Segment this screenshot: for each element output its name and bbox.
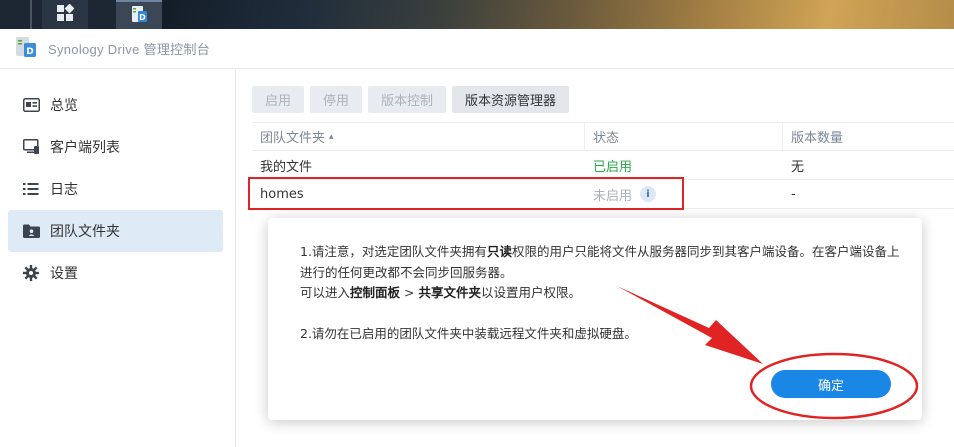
dialog-message: 1.请注意，对选定团队文件夹拥有只读权限的用户只能将文件从服务器同步到其客户端设… [300, 242, 900, 344]
grid-icon [56, 3, 75, 26]
log-icon [22, 180, 40, 198]
shared-folder-emphasis: 共享文件夹 [418, 285, 481, 300]
client-list-icon [22, 138, 40, 156]
column-header-folder[interactable]: 团队文件夹 ▴ [252, 123, 584, 150]
version-control-button[interactable]: 版本控制 [368, 86, 447, 113]
sidebar-item-team-folder[interactable]: 团队文件夹 [8, 210, 223, 252]
status-cell: 已启用 [593, 159, 633, 175]
ok-button[interactable]: 确定 [771, 370, 891, 398]
settings-gear-icon [22, 264, 40, 282]
version-explorer-button[interactable]: 版本资源管理器 [452, 86, 570, 113]
desktop-wallpaper [160, 0, 954, 29]
synology-drive-icon: D [130, 5, 148, 27]
sidebar-item-label: 总览 [50, 98, 78, 114]
versions-cell: - [791, 186, 796, 202]
enable-button[interactable]: 启用 [252, 86, 305, 113]
taskbar: D [0, 0, 954, 29]
sidebar-item-label: 日志 [50, 182, 78, 198]
synology-drive-logo-icon: D [14, 36, 38, 62]
team-folder-icon [22, 222, 40, 240]
notice-paragraph-permissions: 可以进入控制面板 > 共享文件夹以设置用户权限。 [300, 285, 581, 300]
disable-button[interactable]: 停用 [310, 86, 363, 113]
synology-drive-taskbar-button[interactable]: D [116, 0, 162, 29]
notice-paragraph-2: 2.请勿在已启用的团队文件夹中装载远程文件夹和虚拟硬盘。 [300, 325, 637, 341]
sidebar-item-label: 设置 [50, 266, 78, 282]
toolbar: 启用 停用 版本控制 版本资源管理器 [252, 86, 570, 113]
folder-name-cell: 我的文件 [260, 159, 313, 175]
sidebar-item-log[interactable]: 日志 [8, 168, 223, 210]
taskbar-separator [30, 0, 32, 29]
overview-icon [22, 96, 40, 114]
table-header: 团队文件夹 ▴ 状态 版本数量 [252, 122, 954, 151]
sidebar-item-client-list[interactable]: 客户端列表 [8, 126, 223, 168]
sort-ascending-icon: ▴ [329, 131, 334, 142]
sidebar: 总览 客户端列表 日志 团队文件夹 设置 [0, 70, 236, 447]
notice-dialog: 1.请注意，对选定团队文件夹拥有只读权限的用户只能将文件从服务器同步到其客户端设… [268, 218, 922, 420]
sidebar-item-overview[interactable]: 总览 [8, 84, 223, 126]
column-header-versions[interactable]: 版本数量 [782, 123, 954, 150]
svg-text:D: D [26, 47, 33, 57]
sidebar-item-label: 团队文件夹 [50, 224, 120, 240]
main-menu-button[interactable] [42, 0, 88, 29]
svg-text:D: D [139, 13, 146, 22]
app-title: Synology Drive 管理控制台 [48, 42, 211, 57]
column-header-status[interactable]: 状态 [584, 123, 782, 150]
control-panel-emphasis: 控制面板 [350, 285, 401, 300]
read-only-emphasis: 只读 [486, 244, 512, 259]
table-row[interactable]: 我的文件 已启用 无 [252, 151, 954, 180]
app-header: D Synology Drive 管理控制台 [0, 29, 954, 69]
sidebar-item-settings[interactable]: 设置 [8, 252, 223, 294]
sidebar-item-label: 客户端列表 [50, 140, 120, 156]
versions-cell: 无 [791, 159, 805, 175]
notice-paragraph-1: 1.请注意，对选定团队文件夹拥有只读权限的用户只能将文件从服务器同步到其客户端设… [300, 244, 900, 280]
annotation-highlight-box [248, 177, 684, 210]
